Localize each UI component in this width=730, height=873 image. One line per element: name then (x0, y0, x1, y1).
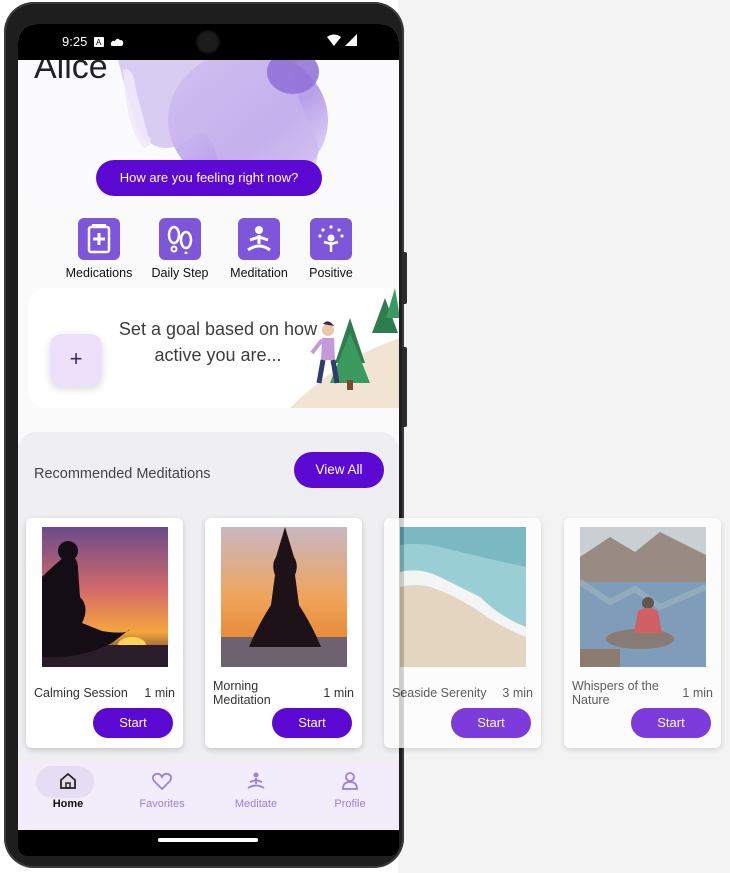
quick-action-daily-step[interactable]: Daily Step (138, 218, 222, 280)
status-bar: 9:25 A (18, 24, 399, 60)
meditation-card[interactable]: Morning Meditation 1 min Start (205, 518, 362, 748)
svg-text:A: A (96, 38, 102, 47)
power-button (402, 347, 407, 427)
goal-card[interactable]: + Set a goal based on how active you are… (28, 288, 399, 408)
wifi-icon (327, 34, 341, 49)
nav-home[interactable]: Home (28, 766, 108, 810)
meditation-title: Morning Meditation (213, 679, 271, 707)
footsteps-icon (159, 218, 201, 260)
status-notification-icons: A (94, 35, 124, 50)
bottom-navigation: Home Favorites Meditate Profile (18, 762, 399, 830)
meditation-title: Whispers of the Nature (572, 679, 659, 707)
meditation-image (400, 527, 526, 667)
profile-icon (310, 770, 390, 792)
view-all-button[interactable]: View All (294, 452, 384, 488)
meditation-card[interactable]: Whispers of the Nature 1 min Start (564, 518, 721, 748)
quick-action-label: Daily Step (151, 266, 209, 280)
volume-button (402, 252, 407, 304)
cloud-icon (110, 35, 124, 50)
medication-icon (78, 218, 120, 260)
nav-label: Home (52, 798, 84, 810)
meditation-icon (238, 218, 280, 260)
meditation-title: Calming Session (34, 686, 128, 700)
add-goal-button[interactable]: + (50, 334, 102, 386)
nav-profile[interactable]: Profile (310, 770, 390, 810)
meditation-card[interactable]: Calming Session 1 min Start (26, 518, 183, 748)
quick-action-medications[interactable]: Medications (54, 218, 144, 280)
nav-label: Meditate (234, 798, 278, 810)
meditation-image (221, 527, 347, 667)
start-button[interactable]: Start (631, 708, 711, 738)
goal-text: Set a goal based on how active you are..… (118, 319, 318, 365)
meditate-icon (216, 770, 296, 792)
gesture-bar (18, 830, 399, 856)
meditation-image (42, 527, 168, 667)
nav-meditate[interactable]: Meditate (216, 770, 296, 810)
meditation-duration: 1 min (144, 686, 175, 700)
nav-label: Favorites (139, 798, 185, 810)
quick-action-positive[interactable]: Positive (294, 218, 368, 280)
nav-favorites[interactable]: Favorites (122, 770, 202, 810)
heart-icon (122, 770, 202, 792)
nav-label: Profile (334, 798, 366, 810)
signal-icon (345, 34, 357, 49)
start-button[interactable]: Start (451, 708, 531, 738)
feeling-button[interactable]: How are you feeling right now? (96, 160, 322, 196)
status-time: 9:25 (62, 34, 88, 49)
notification-icon: A (94, 35, 104, 50)
recommended-title: Recommended Meditations (34, 466, 211, 482)
meditation-card[interactable]: Seaside Serenity 3 min Start (384, 518, 541, 748)
meditation-duration: 1 min (323, 686, 354, 700)
hiking-illustration (290, 288, 399, 408)
meditation-duration: 1 min (682, 686, 713, 700)
home-icon (28, 770, 108, 792)
meditation-title: Seaside Serenity (392, 686, 487, 700)
positive-icon (310, 218, 352, 260)
quick-action-label: Meditation (230, 266, 288, 280)
start-button[interactable]: Start (272, 708, 352, 738)
user-name: Alice (34, 60, 108, 86)
quick-action-label: Medications (65, 266, 133, 280)
front-camera (198, 32, 218, 52)
meditation-image (580, 527, 706, 667)
status-system-icons (327, 34, 357, 49)
start-button[interactable]: Start (93, 708, 173, 738)
quick-action-meditation[interactable]: Meditation (218, 218, 300, 280)
meditation-duration: 3 min (502, 686, 533, 700)
quick-action-label: Positive (309, 266, 353, 280)
